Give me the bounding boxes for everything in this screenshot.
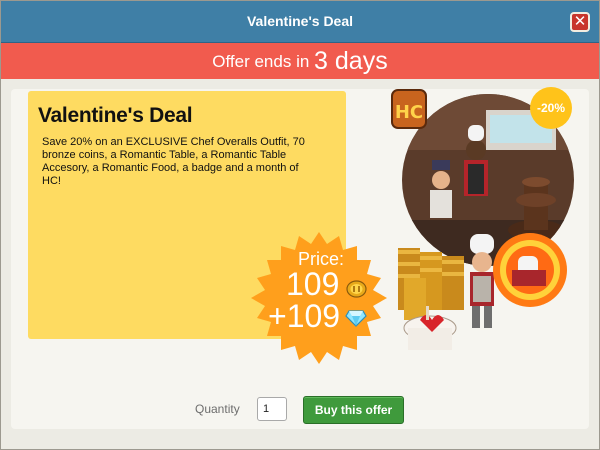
deal-title: Valentine's Deal: [38, 104, 193, 127]
quantity-label: Quantity: [195, 402, 240, 416]
offer-timer-value: 3 days: [314, 47, 388, 75]
offer-timer-prefix: Offer ends in: [212, 52, 310, 71]
achievement-badge: [493, 233, 567, 307]
quantity-input[interactable]: [257, 397, 287, 421]
product-illustration: HC -20%: [391, 87, 574, 350]
chef-figure: [470, 234, 494, 328]
deal-description: Save 20% on an EXCLUSIVE Chef Overalls O…: [42, 136, 305, 187]
hc-badge: HC: [391, 89, 427, 129]
offer-timer-bar: Offer ends in 3 days: [1, 43, 599, 79]
price-diamonds-value: +109: [268, 298, 341, 334]
window-titlebar[interactable]: Valentine's Deal: [1, 1, 599, 43]
discount-badge: -20%: [530, 87, 572, 129]
close-icon: ✕: [573, 13, 587, 30]
close-button[interactable]: ✕: [570, 12, 590, 32]
coin-stacks: [398, 248, 464, 320]
discount-text: -20%: [537, 101, 565, 115]
coin-icon: [346, 280, 367, 298]
buy-offer-button[interactable]: Buy this offer: [303, 396, 404, 424]
diamond-icon: [345, 310, 367, 327]
hc-badge-text: HC: [395, 102, 423, 123]
window-title: Valentine's Deal: [246, 13, 354, 29]
